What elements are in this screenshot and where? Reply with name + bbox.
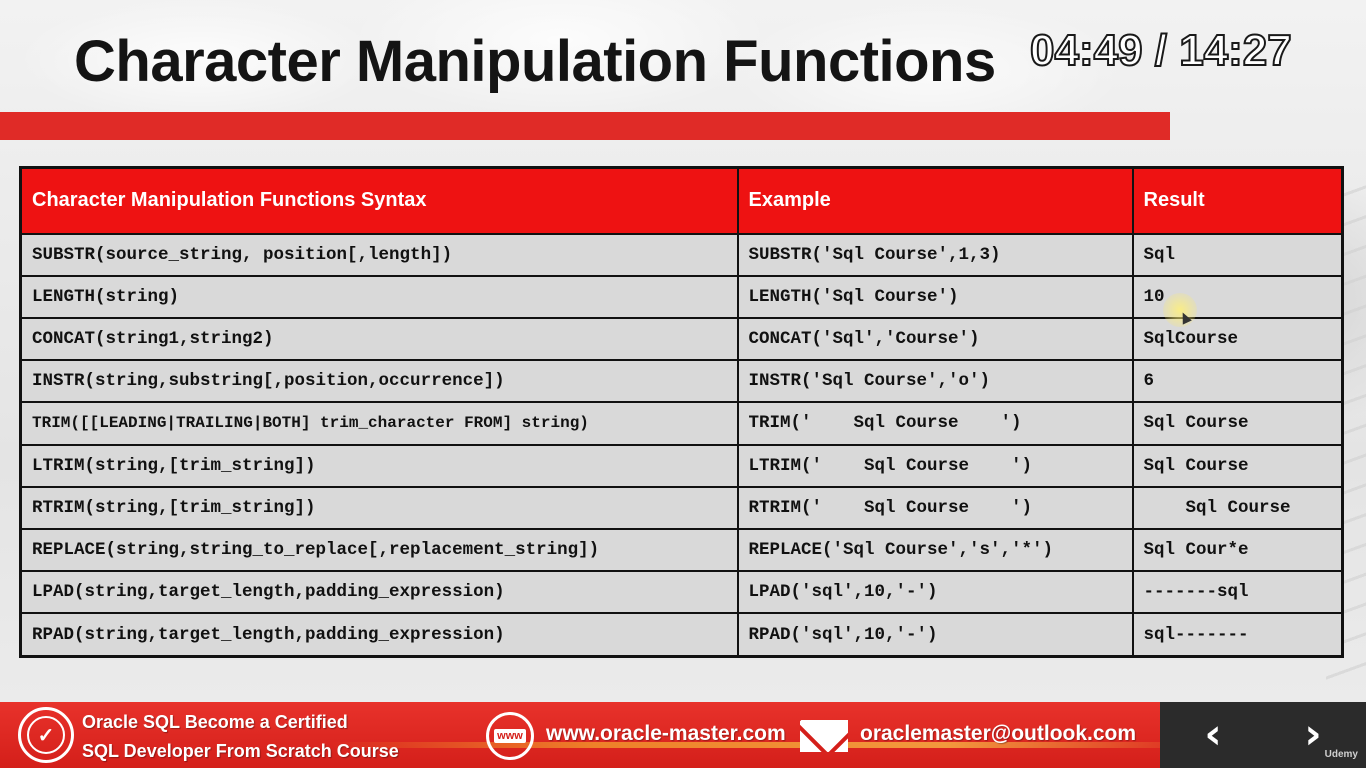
slide-nav-panel: ‹ › Udemy — [1160, 702, 1366, 768]
website-link[interactable]: www.oracle-master.com — [546, 722, 786, 746]
header-syntax: Character Manipulation Functions Syntax — [19, 166, 739, 235]
example-cell: LPAD('sql',10,'-') — [736, 570, 1134, 615]
example-cell: LTRIM(' Sql Course ') — [736, 443, 1134, 488]
header-example: Example — [736, 166, 1134, 235]
functions-table: Character Manipulation Functions Syntax … — [19, 166, 1344, 658]
result-cell: 6 — [1131, 359, 1344, 404]
example-cell: CONCAT('Sql','Course') — [736, 316, 1134, 362]
table-row: CONCAT(string1,string2) CONCAT('Sql','Cou… — [19, 316, 1344, 362]
result-cell: Sql Course — [1131, 401, 1344, 446]
syntax-cell: TRIM([[LEADING|TRAILING|BOTH] trim_chara… — [19, 401, 739, 446]
example-cell: RPAD('sql',10,'-') — [736, 612, 1134, 658]
table-row: SUBSTR(source_string, position[,length])… — [19, 232, 1344, 277]
syntax-cell: SUBSTR(source_string, position[,length]) — [19, 232, 739, 277]
table-row: LTRIM(string,[trim_string]) LTRIM(' Sql C… — [19, 443, 1344, 488]
syntax-cell: LPAD(string,target_length,padding_expres… — [19, 570, 739, 615]
example-cell: TRIM(' Sql Course ') — [736, 401, 1134, 446]
table-row: LPAD(string,target_length,padding_expres… — [19, 570, 1344, 615]
video-timer: 04:49 / 14:27 — [1029, 25, 1293, 76]
udemy-logo: Udemy — [1324, 749, 1358, 760]
title-underline-bar — [0, 112, 1170, 140]
syntax-cell: INSTR(string,substring[,position,occurre… — [19, 359, 739, 404]
email-link[interactable]: oraclemaster@outlook.com — [860, 722, 1136, 746]
envelope-icon — [800, 720, 848, 752]
check-icon: ✓ — [27, 716, 65, 754]
header-result: Result — [1131, 166, 1344, 235]
example-cell: RTRIM(' Sql Course ') — [736, 485, 1134, 530]
syntax-cell: RPAD(string,target_length,padding_expres… — [19, 612, 739, 658]
slide-title: Character Manipulation Functions — [74, 29, 996, 94]
result-cell: Sql Cour*e — [1131, 527, 1344, 573]
cursor-highlight — [1163, 293, 1197, 327]
table-row: REPLACE(string,string_to_replace[,replac… — [19, 527, 1344, 573]
example-cell: REPLACE('Sql Course','s','*') — [736, 527, 1134, 573]
www-label: www — [494, 729, 526, 743]
certified-badge-icon: ✓ — [18, 707, 74, 763]
previous-slide-button[interactable]: ‹ — [1190, 712, 1236, 758]
syntax-cell: LTRIM(string,[trim_string]) — [19, 443, 739, 488]
course-line-2: SQL Developer From Scratch Course — [82, 741, 399, 761]
syntax-cell: RTRIM(string,[trim_string]) — [19, 485, 739, 530]
table-row: LENGTH(string) LENGTH('Sql Course') 10 — [19, 274, 1344, 319]
result-cell: sql------- — [1131, 612, 1344, 658]
course-title: Oracle SQL Become a Certified SQL Develo… — [82, 708, 399, 766]
result-cell: Sql — [1131, 232, 1344, 277]
result-cell: Sql Course — [1131, 443, 1344, 488]
table-header-row: Character Manipulation Functions Syntax … — [19, 166, 1344, 235]
table-row: RPAD(string,target_length,padding_expres… — [19, 612, 1344, 658]
syntax-cell: REPLACE(string,string_to_replace[,replac… — [19, 527, 739, 573]
table-row: INSTR(string,substring[,position,occurre… — [19, 359, 1344, 404]
result-cell: -------sql — [1131, 570, 1344, 615]
table-row: TRIM([[LEADING|TRAILING|BOTH] trim_chara… — [19, 401, 1344, 446]
result-cell: Sql Course — [1131, 485, 1344, 530]
example-cell: INSTR('Sql Course','o') — [736, 359, 1134, 404]
globe-icon: www — [486, 712, 534, 760]
result-cell: SqlCourse — [1131, 316, 1344, 362]
example-cell: LENGTH('Sql Course') — [736, 274, 1134, 319]
footer-bar: ✓ Oracle SQL Become a Certified SQL Deve… — [0, 702, 1210, 768]
course-line-1: Oracle SQL Become a Certified — [82, 712, 348, 732]
table-row: RTRIM(string,[trim_string]) RTRIM(' Sql C… — [19, 485, 1344, 530]
example-cell: SUBSTR('Sql Course',1,3) — [736, 232, 1134, 277]
syntax-cell: LENGTH(string) — [19, 274, 739, 319]
syntax-cell: CONCAT(string1,string2) — [19, 316, 739, 362]
